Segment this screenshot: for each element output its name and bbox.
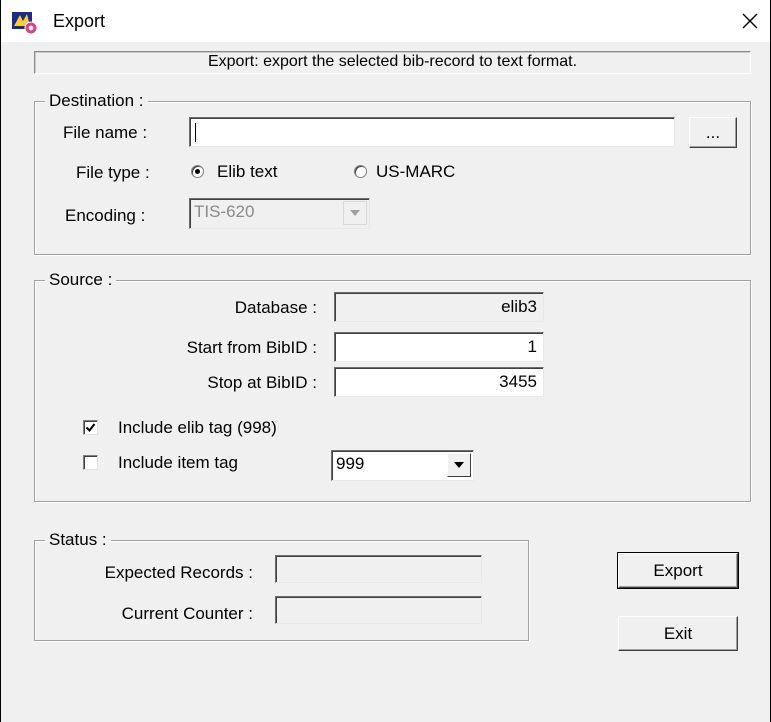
elib-app-icon (11, 10, 39, 36)
destination-legend: Destination : (45, 91, 148, 111)
expected-records-label: Expected Records : (104, 563, 253, 582)
file-name-input[interactable] (189, 117, 675, 147)
database-field: elib3 (334, 292, 544, 322)
radio-button-icon (354, 165, 367, 178)
include-item-tag-label: Include item tag (118, 453, 239, 472)
item-tag-select[interactable]: 999 (331, 450, 474, 481)
stop-bibid-input[interactable]: 3455 (334, 367, 544, 397)
browse-button[interactable]: ... (689, 117, 737, 148)
encoding-label: Encoding : (65, 206, 146, 225)
description-bar: Export: export the selected bib-record t… (34, 51, 751, 74)
include-elib-tag-label: Include elib tag (998) (118, 418, 277, 437)
close-button[interactable] (732, 4, 768, 38)
chevron-down-icon (343, 201, 367, 225)
status-legend: Status : (45, 530, 111, 550)
checkbox-checked-icon (83, 420, 98, 435)
file-name-label: File name : (63, 123, 148, 142)
current-counter-field (275, 596, 482, 624)
start-bibid-label: Start from BibID : (186, 338, 317, 357)
window-title: Export (53, 11, 106, 31)
radio-button-icon (191, 165, 204, 178)
export-button[interactable]: Export (617, 552, 739, 589)
radio-elib-text-label: Elib text (217, 162, 278, 181)
export-dialog: Export Export: export the selected bib-r… (0, 0, 771, 722)
current-counter-label: Current Counter : (121, 604, 253, 623)
start-bibid-input[interactable]: 1 (334, 332, 544, 362)
title-bar: Export (1, 0, 770, 42)
database-label: Database : (234, 298, 317, 317)
source-legend: Source : (45, 270, 117, 290)
encoding-select[interactable]: TIS-620 (189, 198, 370, 229)
file-type-label: File type : (76, 163, 150, 182)
stop-bibid-label: Stop at BibID : (207, 373, 317, 392)
expected-records-field (275, 555, 482, 583)
exit-button[interactable]: Exit (618, 616, 738, 651)
close-icon (742, 13, 758, 29)
chevron-down-icon (447, 453, 471, 477)
radio-us-marc-label: US-MARC (376, 162, 456, 181)
checkbox-unchecked-icon (83, 455, 98, 470)
text-caret (195, 123, 196, 142)
